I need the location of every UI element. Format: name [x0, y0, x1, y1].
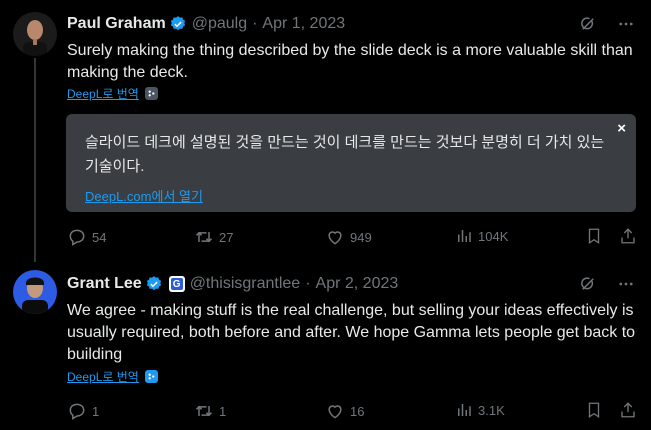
author-name[interactable]: Grant Lee [67, 275, 142, 293]
reply-icon [67, 401, 87, 421]
retweet-count: 1 [219, 403, 227, 419]
retweet-count: 27 [219, 229, 234, 245]
bookmark-button[interactable] [585, 227, 603, 245]
bookmark-icon [585, 227, 603, 245]
like-button[interactable]: 16 [325, 401, 364, 421]
verified-badge-icon [145, 275, 163, 293]
author-handle[interactable]: @thisisgrantlee [190, 275, 301, 293]
views-icon [455, 401, 473, 419]
deepl-icon [144, 370, 158, 383]
author-name[interactable]: Paul Graham [67, 15, 166, 33]
thread-line [34, 58, 36, 262]
views-count: 3.1K [478, 402, 505, 418]
deepl-translate-link[interactable]: DeepL로 번역 [67, 85, 139, 102]
tweet-date[interactable]: Apr 2, 2023 [316, 275, 399, 293]
tweet-date[interactable]: Apr 1, 2023 [262, 15, 345, 33]
tweet-header: Grant Lee G @thisisgrantlee · Apr 2, 202… [67, 274, 398, 294]
author-handle[interactable]: @paulg [192, 15, 247, 33]
tweet-text: Surely making the thing described by the… [67, 42, 633, 81]
action-bar: 1 1 16 3.1K [67, 401, 637, 423]
reply-count: 1 [92, 403, 100, 419]
retweet-icon [194, 401, 214, 421]
reply-button[interactable]: 1 [67, 401, 99, 421]
like-button[interactable]: 949 [325, 227, 372, 247]
views-button[interactable]: 104K [455, 227, 508, 245]
retweet-button[interactable]: 27 [194, 227, 233, 247]
reply-button[interactable]: 54 [67, 227, 106, 247]
avatar[interactable] [13, 270, 57, 314]
affiliate-badge-icon[interactable]: G [168, 276, 185, 292]
top-icons [579, 275, 635, 298]
deepl-icon [144, 87, 158, 100]
top-icons [579, 15, 635, 38]
deepl-translate[interactable]: DeepL로 번역 [67, 85, 158, 102]
like-icon [325, 227, 345, 247]
like-count: 16 [350, 403, 365, 419]
share-icon [619, 401, 637, 419]
avatar[interactable] [13, 12, 57, 56]
views-icon [455, 227, 473, 245]
tweet-text: We agree - making stuff is the real chal… [67, 302, 636, 363]
translation-box: 슬라이드 데크에 설명된 것을 만드는 것이 데크를 만드는 것보다 분명히 더… [66, 114, 636, 212]
close-icon[interactable]: × [617, 120, 626, 137]
separator-dot: · [252, 15, 258, 32]
open-deepl-link[interactable]: DeepL.com에서 열기 [85, 186, 203, 205]
share-button[interactable] [619, 227, 637, 245]
share-icon [619, 227, 637, 245]
like-count: 949 [350, 229, 372, 245]
more-icon[interactable] [617, 15, 635, 38]
verified-badge-icon [169, 15, 187, 33]
bookmark-button[interactable] [585, 401, 603, 419]
views-count: 104K [478, 228, 509, 244]
deepl-translate[interactable]: DeepL로 번역 [67, 368, 158, 385]
share-button[interactable] [619, 401, 637, 419]
like-icon [325, 401, 345, 421]
reply-icon [67, 227, 87, 247]
grok-icon[interactable] [579, 15, 597, 38]
more-icon[interactable] [617, 275, 635, 298]
tweet-header: Paul Graham @paulg · Apr 1, 2023 [67, 14, 345, 34]
grok-icon[interactable] [579, 275, 597, 298]
deepl-translate-link[interactable]: DeepL로 번역 [67, 368, 139, 385]
reply-count: 54 [92, 229, 107, 245]
action-bar: 54 27 949 104K [67, 227, 637, 249]
bookmark-icon [585, 401, 603, 419]
translation-text: 슬라이드 데크에 설명된 것을 만드는 것이 데크를 만드는 것보다 분명히 더… [85, 134, 605, 175]
retweet-icon [194, 227, 214, 247]
retweet-button[interactable]: 1 [194, 401, 226, 421]
views-button[interactable]: 3.1K [455, 401, 505, 419]
separator-dot: · [305, 275, 311, 292]
